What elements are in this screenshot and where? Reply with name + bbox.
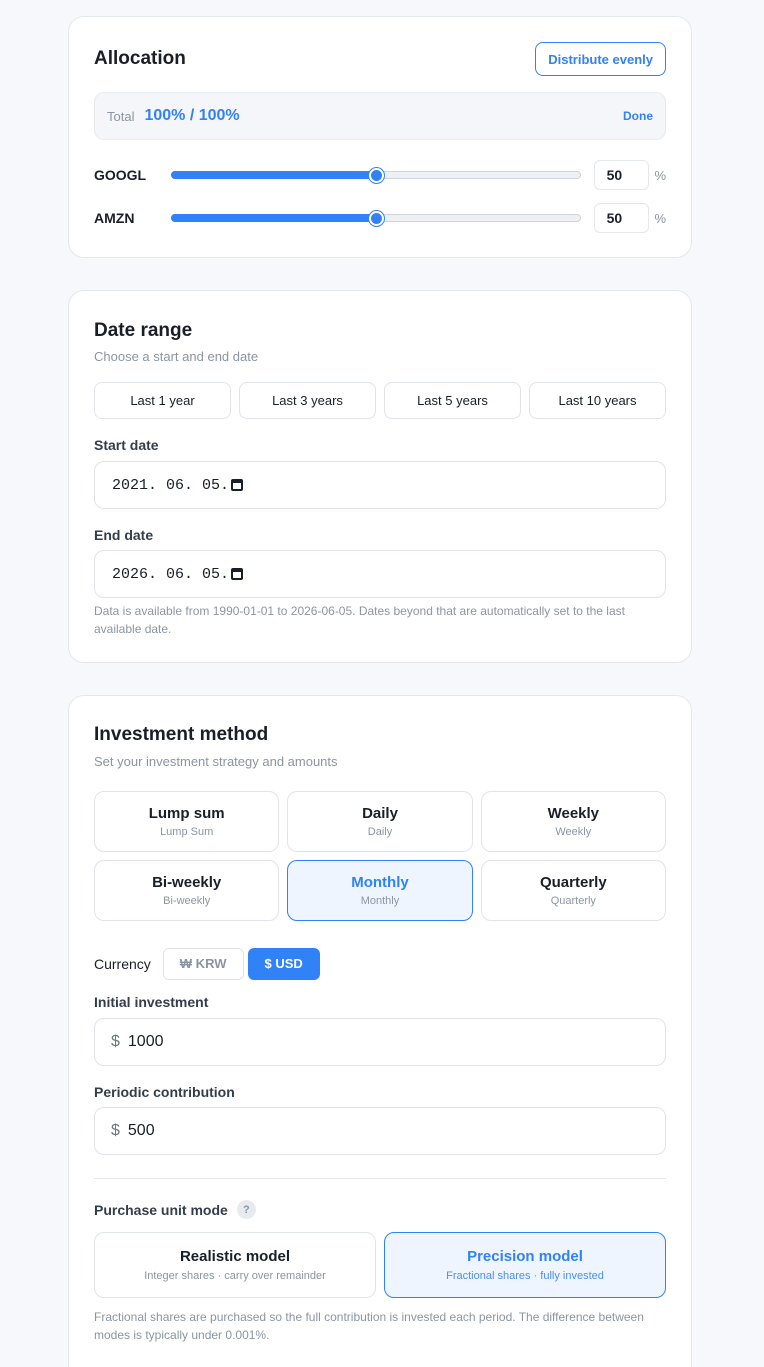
method-weekly[interactable]: Weekly Weekly — [480, 791, 666, 852]
ticker-label: AMZN — [94, 210, 135, 226]
currency-selector: Currency ₩ KRW $ USD — [94, 947, 324, 980]
model-subtitle: Integer shares · carry over remainder — [144, 1270, 326, 1282]
start-date-input[interactable]: 2021. 06. 05. — [94, 461, 666, 509]
periodic-contribution-value: 500 — [127, 1122, 155, 1139]
purchase-unit-mode-label: Purchase unit mode — [94, 1201, 228, 1218]
total-label: Total — [107, 108, 135, 124]
method-daily[interactable]: Daily Daily — [287, 791, 473, 852]
method-title: Quarterly — [539, 874, 607, 891]
method-subtitle: Monthly — [360, 895, 400, 907]
done-status: Done — [623, 109, 653, 123]
percent-sign: % — [654, 167, 666, 183]
start-date-value: 2021. 06. 05. — [112, 476, 230, 494]
method-monthly[interactable]: Monthly Monthly — [287, 860, 473, 921]
allocation-row: AMZN 50 % — [94, 203, 666, 233]
distribute-evenly-button[interactable]: Distribute evenly — [535, 42, 666, 76]
allocation-input-googl[interactable]: 50 — [593, 160, 650, 190]
allocation-card: Allocation Distribute evenly Total 100% … — [68, 16, 692, 258]
allocation-total: Total 100% / 100% Done — [94, 92, 666, 140]
allocation-title: Allocation — [94, 48, 186, 69]
currency-label: Currency — [94, 955, 151, 972]
model-title: Realistic model — [179, 1248, 291, 1265]
allocation-slider-googl[interactable] — [170, 165, 581, 185]
method-title: Daily — [362, 805, 398, 822]
method-subtitle: Lump Sum — [160, 826, 214, 838]
total-value: 100% / 100% — [144, 107, 240, 124]
investment-subtitle: Set your investment strategy and amounts — [94, 754, 338, 769]
allocation-row: GOOGL 50 % — [94, 160, 666, 190]
method-quarterly[interactable]: Quarterly Quarterly — [480, 860, 666, 921]
end-date-label: End date — [94, 527, 154, 543]
precision-model-option[interactable]: Precision model Fractional shares · full… — [384, 1232, 666, 1298]
currency-krw-button[interactable]: ₩ KRW — [162, 947, 244, 980]
model-title: Precision model — [467, 1248, 583, 1265]
ticker-label: GOOGL — [94, 167, 147, 183]
preset-last-5-years[interactable]: Last 5 years — [384, 382, 521, 419]
dollar-sign-icon: $ — [111, 1122, 120, 1139]
slider-thumb[interactable] — [368, 211, 384, 226]
method-title: Monthly — [351, 874, 409, 891]
date-range-card: Date range Choose a start and end date L… — [68, 290, 692, 663]
method-subtitle: Bi-weekly — [163, 895, 211, 907]
calendar-icon[interactable] — [231, 479, 244, 491]
method-subtitle: Weekly — [555, 826, 592, 838]
initial-investment-input[interactable]: $ 1000 — [94, 1018, 666, 1066]
initial-investment-value: 1000 — [127, 1033, 164, 1050]
end-date-input[interactable]: 2026. 06. 05. — [94, 550, 666, 598]
dollar-sign-icon: $ — [111, 1033, 120, 1050]
method-lump-sum[interactable]: Lump sum Lump Sum — [94, 791, 280, 852]
method-option-grid: Lump sum Lump Sum Daily Daily Weekly Wee… — [94, 791, 666, 921]
model-option-group: Realistic model Integer shares · carry o… — [94, 1232, 666, 1298]
initial-investment-label: Initial investment — [94, 994, 209, 1010]
slider-fill — [170, 171, 376, 179]
slider-fill — [170, 214, 376, 222]
periodic-contribution-input[interactable]: $ 500 — [94, 1107, 666, 1155]
date-range-subtitle: Choose a start and end date — [94, 349, 259, 364]
allocation-input-amzn[interactable]: 50 — [593, 203, 650, 233]
realistic-model-option[interactable]: Realistic model Integer shares · carry o… — [94, 1232, 376, 1298]
percent-sign: % — [654, 210, 666, 226]
date-range-title: Date range — [94, 320, 193, 341]
slider-thumb[interactable] — [368, 168, 384, 183]
model-subtitle: Fractional shares · fully invested — [446, 1270, 604, 1282]
date-range-note: Data is available from 1990-01-01 to 202… — [94, 604, 625, 636]
preset-last-3-years[interactable]: Last 3 years — [239, 382, 376, 419]
allocation-slider-amzn[interactable] — [170, 208, 581, 228]
method-title: Bi-weekly — [152, 874, 222, 891]
start-date-label: Start date — [94, 437, 159, 453]
method-bi-weekly[interactable]: Bi-weekly Bi-weekly — [94, 860, 280, 921]
investment-method-card: Investment method Set your investment st… — [68, 695, 692, 1367]
section-divider — [94, 1178, 666, 1179]
method-title: Weekly — [547, 805, 600, 822]
preset-last-1-year[interactable]: Last 1 year — [94, 382, 231, 419]
end-date-value: 2026. 06. 05. — [112, 565, 230, 583]
purchase-mode-note: Fractional shares are purchased so the f… — [94, 1310, 644, 1342]
purchase-unit-mode-header: Purchase unit mode ? — [94, 1200, 256, 1219]
calendar-icon[interactable] — [231, 568, 244, 580]
currency-usd-button[interactable]: $ USD — [247, 947, 320, 980]
periodic-contribution-label: Periodic contribution — [94, 1084, 235, 1100]
method-subtitle: Quarterly — [550, 895, 596, 907]
help-icon[interactable]: ? — [236, 1200, 256, 1219]
method-subtitle: Daily — [367, 826, 393, 838]
preset-last-10-years[interactable]: Last 10 years — [529, 382, 666, 419]
investment-title: Investment method — [94, 724, 269, 745]
date-preset-group: Last 1 year Last 3 years Last 5 years La… — [94, 382, 666, 419]
method-title: Lump sum — [148, 805, 225, 822]
